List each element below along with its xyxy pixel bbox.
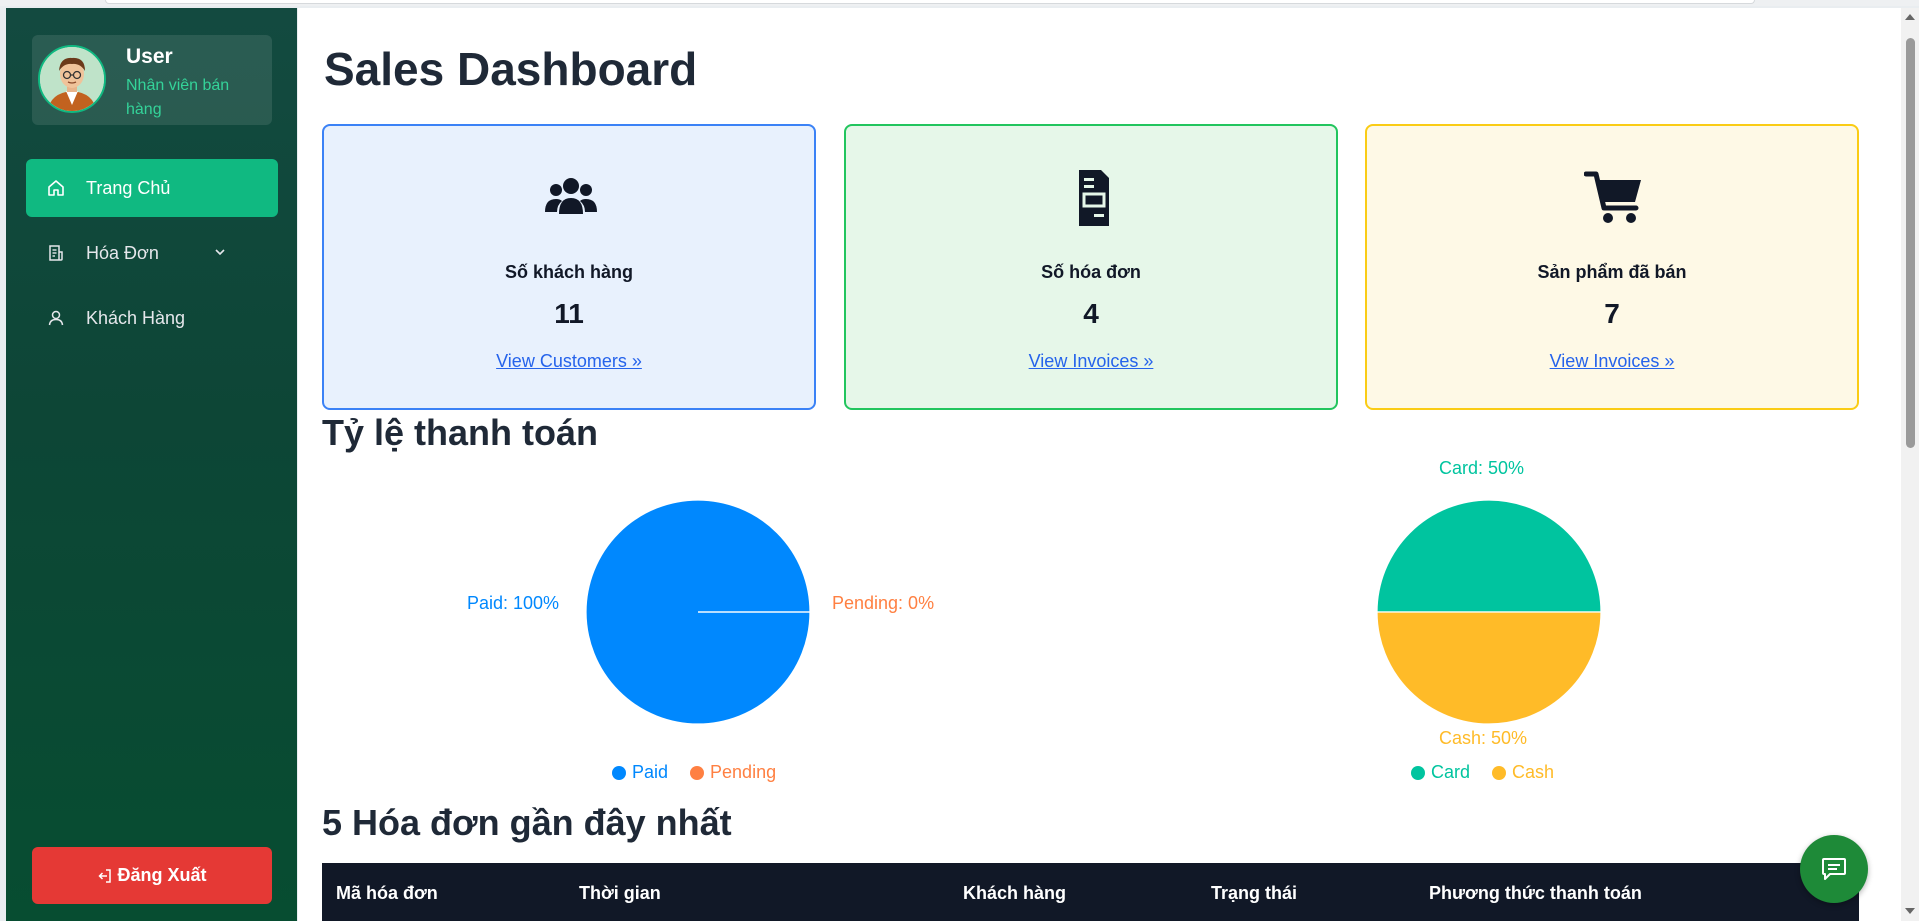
- legend-label-cash: Cash: [1512, 762, 1555, 782]
- avatar: [38, 45, 106, 113]
- logout-button[interactable]: Đăng Xuất: [32, 847, 272, 904]
- user-icon: [48, 310, 64, 326]
- view-invoices-link[interactable]: View Invoices »: [1367, 351, 1857, 372]
- legend-dot-pending: [690, 765, 705, 780]
- sidebar-item-invoices[interactable]: Hóa Đơn: [26, 224, 278, 282]
- card-value: 7: [1604, 298, 1620, 329]
- chat-button[interactable]: [1800, 835, 1868, 903]
- legend-dot-cash: [1492, 765, 1507, 780]
- legend-label-pending: Pending: [710, 762, 777, 782]
- stat-card-invoices: Số hóa đơn 4 View Invoices »: [844, 124, 1338, 410]
- chevron-down-icon[interactable]: [212, 244, 228, 260]
- main-content: Sales Dashboard Số khách hàng 11 View Cu…: [298, 8, 1901, 921]
- card-title: Sản phẩm đã bán: [1537, 262, 1687, 282]
- page-scrollbar[interactable]: [1901, 8, 1919, 921]
- legend-label-card: Card: [1431, 762, 1471, 782]
- sidebar-item-customers[interactable]: Khách Hàng: [26, 289, 278, 347]
- user-role: Nhân viên bán hàng: [126, 77, 230, 118]
- card-value: 4: [1083, 298, 1099, 329]
- sidebar-item-label: Trang Chủ: [86, 177, 171, 198]
- legend-dot-card: [1411, 765, 1425, 780]
- sidebar-item-label: Khách Hàng: [86, 307, 186, 328]
- pie-label-card: Card: 50%: [1439, 458, 1525, 478]
- col-header-customer[interactable]: Khách hàng: [963, 883, 1066, 904]
- col-header-status[interactable]: Trạng thái: [1211, 883, 1297, 904]
- sidebar: User Nhân viên bán hàng Trang Chủ Hóa Đơ…: [6, 8, 297, 921]
- cart-icon: [1584, 171, 1641, 223]
- pie-label-paid: Paid: 100%: [467, 593, 560, 613]
- invoice-table-header: Mã hóa đơn Thời gian Khách hàng Trạng th…: [322, 863, 1859, 921]
- page-title: Sales Dashboard: [324, 43, 698, 95]
- scroll-up-arrow-icon[interactable]: [1905, 14, 1915, 20]
- payment-status-legend: Paid Pending: [612, 762, 776, 783]
- browser-top-strip: [0, 0, 1919, 6]
- payment-method-legend: Card Cash: [1411, 762, 1554, 783]
- chat-icon: [1822, 858, 1846, 880]
- legend-dot-paid: [612, 765, 626, 780]
- recent-invoices-title: 5 Hóa đơn gần đây nhất: [322, 802, 732, 843]
- user-name: User: [126, 45, 173, 68]
- view-customers-link[interactable]: View Customers »: [324, 351, 814, 372]
- logout-label: Đăng Xuất: [117, 865, 207, 885]
- scroll-down-arrow-icon[interactable]: [1905, 908, 1915, 914]
- receipt-icon: [49, 245, 63, 261]
- payment-method-pie: [1377, 500, 1601, 724]
- invoice-icon: [1079, 170, 1109, 226]
- pie-slice-cash[interactable]: [1377, 611, 1601, 724]
- browser-tab-edge: [105, 0, 1755, 4]
- payment-status-pie: [586, 500, 810, 724]
- home-icon: [48, 180, 64, 196]
- view-invoices-link[interactable]: View Invoices »: [846, 351, 1336, 372]
- logout-icon: [98, 868, 112, 883]
- card-title: Số khách hàng: [504, 262, 634, 282]
- card-value: 11: [554, 298, 584, 329]
- payment-section-title: Tỷ lệ thanh toán: [322, 412, 599, 453]
- scrollbar-thumb[interactable]: [1906, 38, 1915, 448]
- users-icon: [545, 178, 597, 214]
- col-header-invoice-id[interactable]: Mã hóa đơn: [336, 883, 438, 904]
- legend-label-paid: Paid: [632, 762, 669, 782]
- sidebar-item-label: Hóa Đơn: [86, 242, 159, 263]
- sidebar-item-home[interactable]: Trang Chủ: [26, 159, 278, 217]
- card-title: Số hóa đơn: [1041, 262, 1141, 282]
- user-profile-card: User Nhân viên bán hàng: [32, 35, 272, 125]
- stat-card-products-sold: Sản phẩm đã bán 7 View Invoices »: [1365, 124, 1859, 410]
- col-header-time[interactable]: Thời gian: [579, 883, 661, 904]
- pie-label-pending: Pending: 0%: [832, 593, 935, 613]
- pie-label-cash: Cash: 50%: [1439, 728, 1528, 748]
- pie-slice-card[interactable]: [1377, 500, 1601, 613]
- col-header-payment-method[interactable]: Phương thức thanh toán: [1429, 883, 1642, 904]
- stat-card-customers: Số khách hàng 11 View Customers »: [322, 124, 816, 410]
